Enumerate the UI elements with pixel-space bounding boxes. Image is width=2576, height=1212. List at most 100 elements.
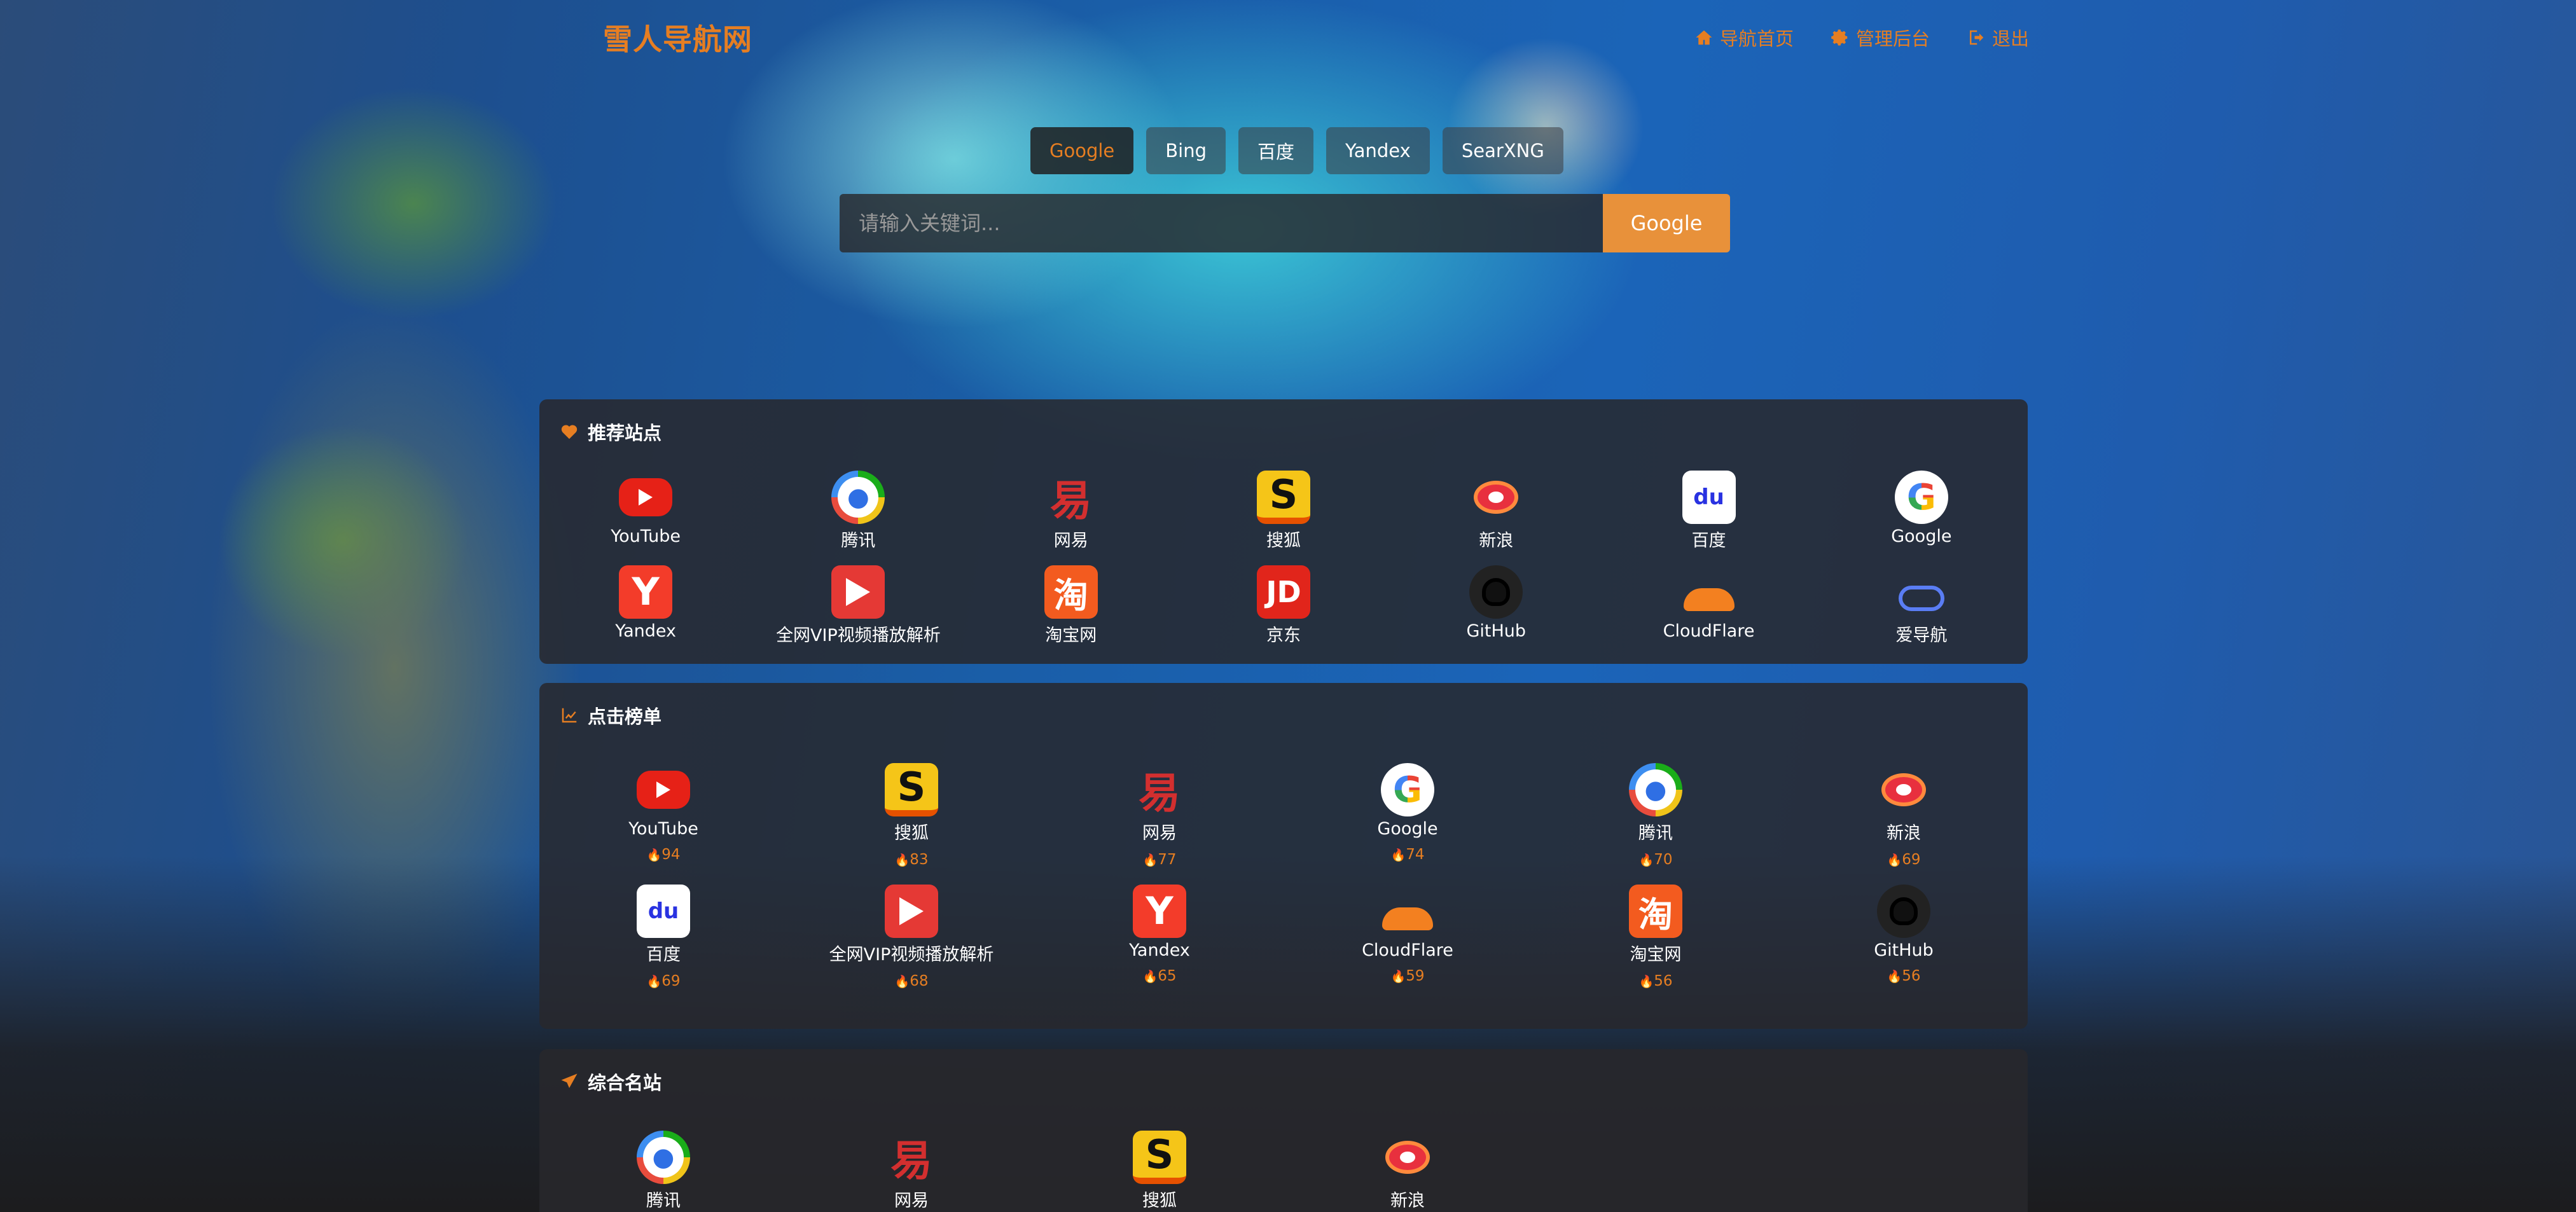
site-label: Google [1891, 527, 1952, 546]
site-logo[interactable]: 雪人导航网 [603, 17, 752, 59]
yandex-icon: Y [619, 565, 673, 619]
rank-cloudflare[interactable]: CloudFlare 59 [1284, 885, 1532, 989]
rank-tencent[interactable]: ● 腾讯 70 [1532, 763, 1780, 868]
click-count: 56 [1887, 968, 1920, 984]
site-label: 腾讯 [1638, 823, 1673, 843]
section-recommended: 推荐站点 YouTube ● 腾讯 易网易 S 搜狐 新浪 du 百度 G Google… [539, 399, 2028, 664]
site-label: YouTube [628, 819, 698, 839]
site-sina[interactable]: 新浪 [1390, 471, 1602, 551]
portal-sina[interactable]: 新浪 [1284, 1131, 1532, 1211]
sina-icon [1381, 1131, 1434, 1184]
section-portals: 综合名站 ● 腾讯 易网易 S 搜狐 新浪 [539, 1049, 2028, 1212]
rank-netease[interactable]: 易网易 77 [1035, 763, 1284, 868]
google-icon: G [1381, 763, 1434, 816]
netease-icon: 易 [1139, 769, 1181, 818]
rank-sohu[interactable]: S 搜狐 83 [787, 763, 1035, 868]
logout-icon [1969, 30, 1984, 45]
engine-tab-bing[interactable]: Bing [1146, 127, 1226, 174]
home-icon [1696, 30, 1712, 45]
engine-tab-baidu[interactable]: 百度 [1238, 127, 1314, 174]
nav-admin-label: 管理后台 [1855, 28, 1930, 50]
rank-github[interactable]: GitHub 56 [1780, 885, 2028, 989]
search-input[interactable] [840, 194, 1603, 252]
rank-vip-video[interactable]: 全网VIP视频播放解析 68 [787, 885, 1035, 989]
paper-plane-icon [561, 1073, 578, 1088]
rank-google[interactable]: G Google 74 [1284, 763, 1532, 868]
site-github[interactable]: GitHub [1390, 565, 1602, 646]
top-nav: 导航首页 管理后台 退出 [1694, 24, 2029, 51]
cloudflare-icon [1381, 885, 1434, 938]
taobao-icon: 淘 [1044, 565, 1098, 619]
site-baidu[interactable]: du 百度 [1602, 471, 1815, 551]
search-bar: Google [840, 194, 1730, 252]
yandex-icon: Y [1133, 885, 1186, 938]
tencent-icon: ● [1629, 763, 1682, 816]
site-vip-video[interactable]: 全网VIP视频播放解析 [752, 565, 964, 646]
nav-home[interactable]: 导航首页 [1694, 24, 1794, 51]
portal-tencent[interactable]: ● 腾讯 [539, 1131, 787, 1211]
site-sohu[interactable]: S 搜狐 [1177, 471, 1390, 551]
header: 雪人导航网 导航首页 管理后台 退出 [0, 0, 2576, 76]
rank-taobao[interactable]: 淘淘宝网 56 [1532, 885, 1780, 989]
site-jd[interactable]: JD 京东 [1177, 565, 1390, 646]
site-taobao[interactable]: 淘淘宝网 [965, 565, 1177, 646]
sohu-icon: S [1256, 471, 1310, 524]
site-label: 百度 [1691, 531, 1726, 551]
recommended-grid: YouTube ● 腾讯 易网易 S 搜狐 新浪 du 百度 G Google Y Yan… [539, 471, 2028, 646]
site-label: CloudFlare [1663, 621, 1755, 641]
site-label: 新浪 [1390, 1191, 1425, 1211]
portal-sohu[interactable]: S 搜狐 [1035, 1131, 1284, 1211]
tencent-icon: ● [637, 1131, 690, 1184]
netease-icon: 易 [1049, 476, 1092, 525]
engine-tab-yandex[interactable]: Yandex [1326, 127, 1430, 174]
github-icon [1877, 885, 1930, 938]
site-youtube[interactable]: YouTube [539, 471, 752, 551]
section-recommended-title: 推荐站点 [560, 418, 661, 445]
sina-icon [1469, 471, 1523, 524]
site-label: Yandex [1129, 940, 1190, 960]
engine-tab-google[interactable]: Google [1030, 127, 1134, 174]
rank-baidu[interactable]: du 百度 69 [539, 885, 787, 989]
site-label: YouTube [611, 527, 681, 546]
sina-icon [1877, 763, 1930, 816]
site-netease[interactable]: 易网易 [965, 471, 1177, 551]
click-count: 69 [1887, 851, 1920, 868]
netease-icon: 易 [890, 1136, 932, 1185]
search-engine-tabs: Google Bing 百度 Yandex SearXNG [1030, 127, 1563, 174]
site-label: CloudFlare [1362, 940, 1453, 960]
site-label: 腾讯 [646, 1191, 681, 1211]
click-count: 59 [1391, 968, 1424, 984]
site-aidaohang[interactable]: 爱导航 [1815, 565, 2028, 646]
site-label: 百度 [646, 945, 681, 965]
site-cloudflare[interactable]: CloudFlare [1602, 565, 1815, 646]
nav-logout[interactable]: 退出 [1967, 24, 2029, 51]
nav-home-label: 导航首页 [1719, 28, 1794, 50]
heart-icon [561, 425, 578, 439]
ranking-grid: YouTube 94 S 搜狐 83 易网易 77 G Google 74 ● 腾讯 70 新浪… [539, 763, 2028, 989]
rank-sina[interactable]: 新浪 69 [1780, 763, 2028, 868]
click-count: 94 [647, 846, 680, 863]
site-label: 网易 [1142, 823, 1177, 843]
gear-icon [1831, 29, 1848, 46]
rank-youtube[interactable]: YouTube 94 [539, 763, 787, 868]
click-count: 70 [1639, 851, 1672, 868]
rank-yandex[interactable]: YYandex 65 [1035, 885, 1284, 989]
nav-admin[interactable]: 管理后台 [1831, 24, 1930, 51]
search-button[interactable]: Google [1603, 194, 1730, 252]
section-title-text: 推荐站点 [588, 422, 662, 444]
site-label: GitHub [1874, 940, 1934, 960]
site-label: GitHub [1466, 621, 1527, 641]
chart-line-icon [562, 708, 577, 723]
engine-tab-searxng[interactable]: SearXNG [1442, 127, 1563, 174]
site-tencent[interactable]: ● 腾讯 [752, 471, 964, 551]
site-label: 淘宝网 [1045, 626, 1097, 645]
site-google[interactable]: G Google [1815, 471, 2028, 551]
taobao-icon: 淘 [1629, 885, 1682, 938]
click-count: 65 [1143, 968, 1176, 984]
click-count: 69 [647, 973, 680, 989]
site-label: 新浪 [1887, 823, 1921, 843]
section-ranking: 点击榜单 YouTube 94 S 搜狐 83 易网易 77 G Google 74 ● 腾讯… [539, 683, 2028, 1029]
site-yandex[interactable]: Y Yandex [539, 565, 752, 646]
click-count: 77 [1143, 851, 1176, 868]
portal-netease[interactable]: 易网易 [787, 1131, 1035, 1211]
